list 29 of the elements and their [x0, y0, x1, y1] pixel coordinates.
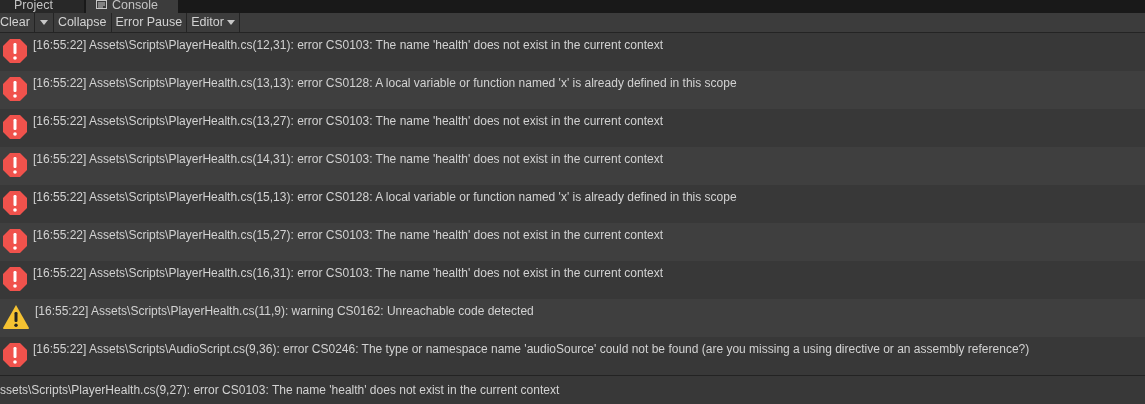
log-message: [16:55:22] Assets\Scripts\PlayerHealth.cs(11,9): warning CS0162: Unreachable code detected: [35, 303, 534, 318]
tab[interactable]: Console: [86, 0, 178, 13]
log-entry[interactable]: [16:55:22] Assets\Scripts\PlayerHealth.cs(15,27): error CS0103: The name 'health' does not exist in the current context: [0, 222, 1145, 261]
log-message: [16:55:22] Assets\Scripts\PlayerHealth.cs(13,13): error CS0128: A local variable or function named 'x' is already defined in this scope: [33, 75, 737, 90]
error-icon: [2, 151, 28, 178]
log-entry[interactable]: [16:55:22] Assets\Scripts\PlayerHealth.cs(13,13): error CS0128: A local variable or function named 'x' is already defined in this scope: [0, 70, 1145, 109]
warning-icon: [2, 303, 30, 330]
error-icon: [2, 227, 28, 254]
error-icon: [2, 341, 28, 368]
tab[interactable]: Project: [0, 0, 84, 13]
console-icon: [96, 0, 107, 10]
error-icon: [2, 75, 28, 102]
log-message: [16:55:22] Assets\Scripts\AudioScript.cs(9,36): error CS0246: The type or namespace name 'audioSource' could not be found (are you missing a using directive or an assembly reference?): [33, 341, 1030, 356]
log-message: [16:55:22] Assets\Scripts\PlayerHealth.cs(16,31): error CS0103: The name 'health' does not exist in the current context: [33, 265, 664, 280]
error-icon: [2, 37, 28, 64]
log-entry[interactable]: [16:55:22] Assets\Scripts\PlayerHealth.cs(11,9): warning CS0162: Unreachable code detected: [0, 298, 1145, 337]
error-icon: [2, 113, 28, 140]
caret-icon: [39, 19, 48, 25]
log-message: [16:55:22] Assets\Scripts\PlayerHealth.cs(15,27): error CS0103: The name 'health' does not exist in the current context: [33, 227, 664, 242]
log-message: [16:55:22] Assets\Scripts\PlayerHealth.cs(12,31): error CS0103: The name 'health' does not exist in the current context: [33, 37, 664, 52]
log-message: [16:55:22] Assets\Scripts\PlayerHealth.cs(13,27): error CS0103: The name 'health' does not exist in the current context: [33, 113, 664, 128]
status-message: ssets\Scripts\PlayerHealth.cs(9,27): error CS0103: The name 'health' does not exist in the current context: [0, 382, 560, 397]
log-message: [16:55:22] Assets\Scripts\PlayerHealth.cs(14,31): error CS0103: The name 'health' does not exist in the current context: [33, 151, 664, 166]
caret-icon: [226, 19, 235, 25]
error-icon: [2, 189, 28, 216]
log-message: [16:55:22] Assets\Scripts\PlayerHealth.cs(15,13): error CS0128: A local variable or function named 'x' is already defined in this scope: [33, 189, 737, 204]
error-icon: [2, 265, 28, 292]
toolbar-button[interactable]: Clear: [0, 12, 35, 32]
log-entry[interactable]: [16:55:22] Assets\Scripts\PlayerHealth.cs(14,31): error CS0103: The name 'health' does not exist in the current context: [0, 146, 1145, 185]
